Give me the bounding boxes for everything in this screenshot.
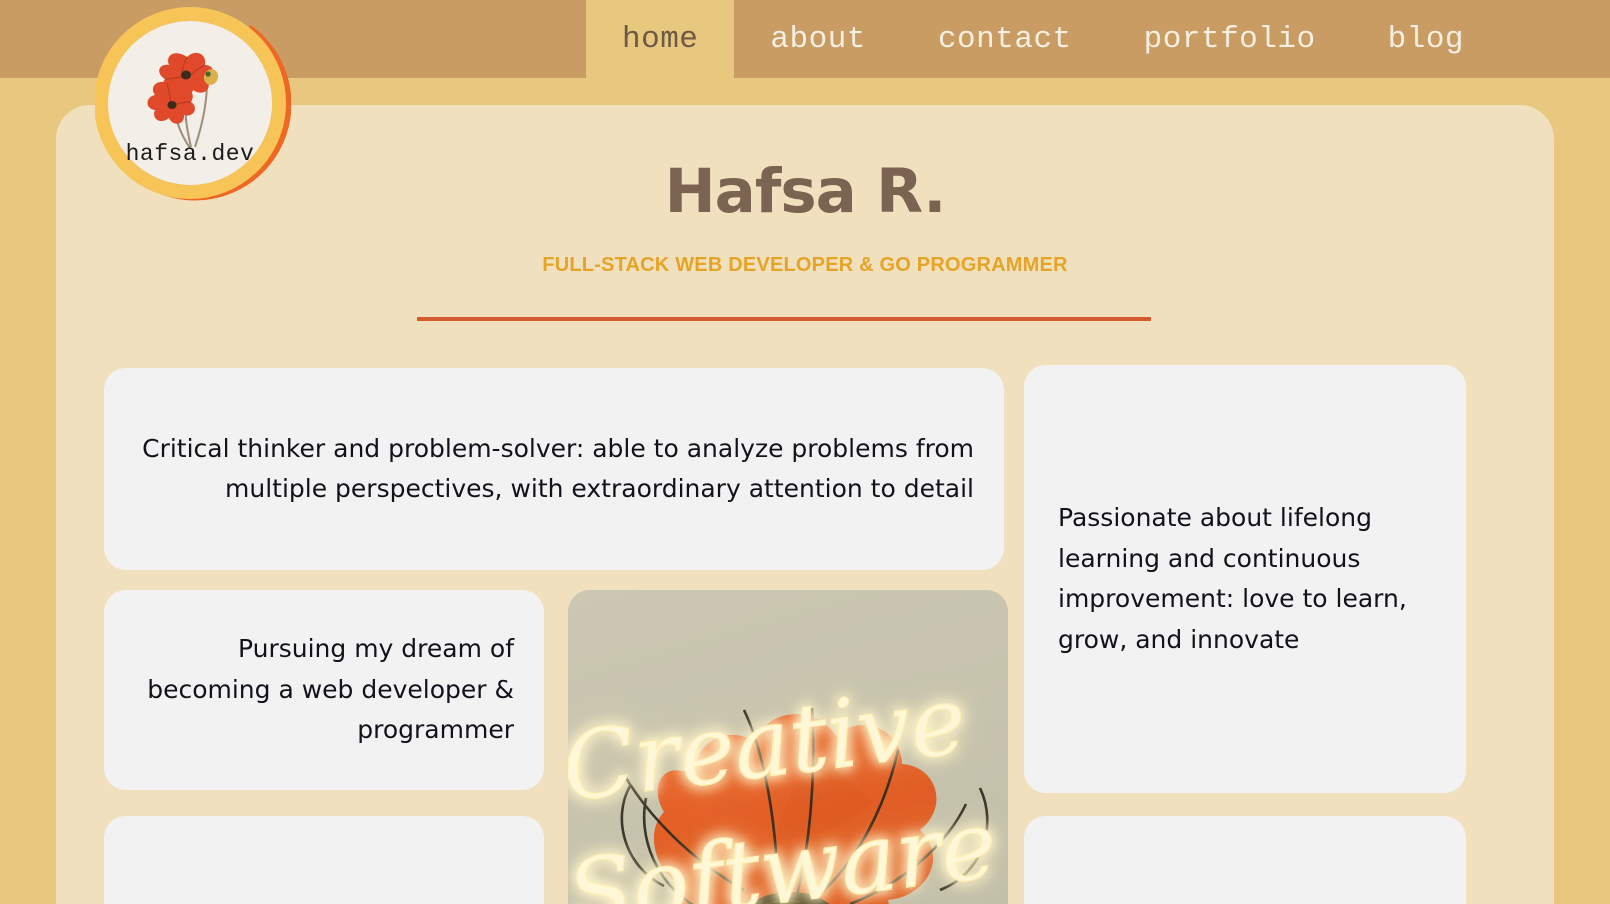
nav-item-home[interactable]: home [586,0,735,78]
card-passionate-learning-text: Passionate about lifelong learning and c… [1058,503,1407,654]
nav-item-blog[interactable]: blog [1352,0,1500,78]
hero-divider [417,317,1151,321]
page-root: home about contact portfolio blog hafsa.… [0,0,1610,904]
nav-item-about[interactable]: about [734,0,902,78]
nav-label-portfolio: portfolio [1143,21,1316,57]
poppy-neon-illustration: Creative Software Creative Software [568,590,1008,904]
nav-label-home: home [622,21,699,57]
logo-wordmark: hafsa.dev [126,141,255,167]
card-pursuing-dream-text: Pursuing my dream of becoming a web deve… [147,634,514,745]
card-passionate-learning: Passionate about lifelong learning and c… [1024,365,1466,793]
feature-image-card: Creative Software Creative Software oran… [568,590,1008,904]
card-empty-right [1024,816,1466,904]
page-subtitle: FULL-STACK WEB DEVELOPER & GO PROGRAMMER [542,254,1068,277]
card-empty-left [104,816,544,904]
card-critical-thinker: Critical thinker and problem-solver: abl… [104,368,1004,570]
main-navigation: home about contact portfolio blog [586,0,1500,78]
nav-item-portfolio[interactable]: portfolio [1108,0,1352,78]
card-critical-thinker-text: Critical thinker and problem-solver: abl… [142,433,974,504]
card-pursuing-dream: Pursuing my dream of becoming a web deve… [104,590,544,790]
nav-label-about: about [770,21,866,57]
nav-item-contact[interactable]: contact [902,0,1108,78]
nav-label-blog: blog [1387,21,1465,57]
site-logo[interactable]: hafsa.dev [95,5,291,201]
nav-label-contact: contact [937,21,1072,57]
